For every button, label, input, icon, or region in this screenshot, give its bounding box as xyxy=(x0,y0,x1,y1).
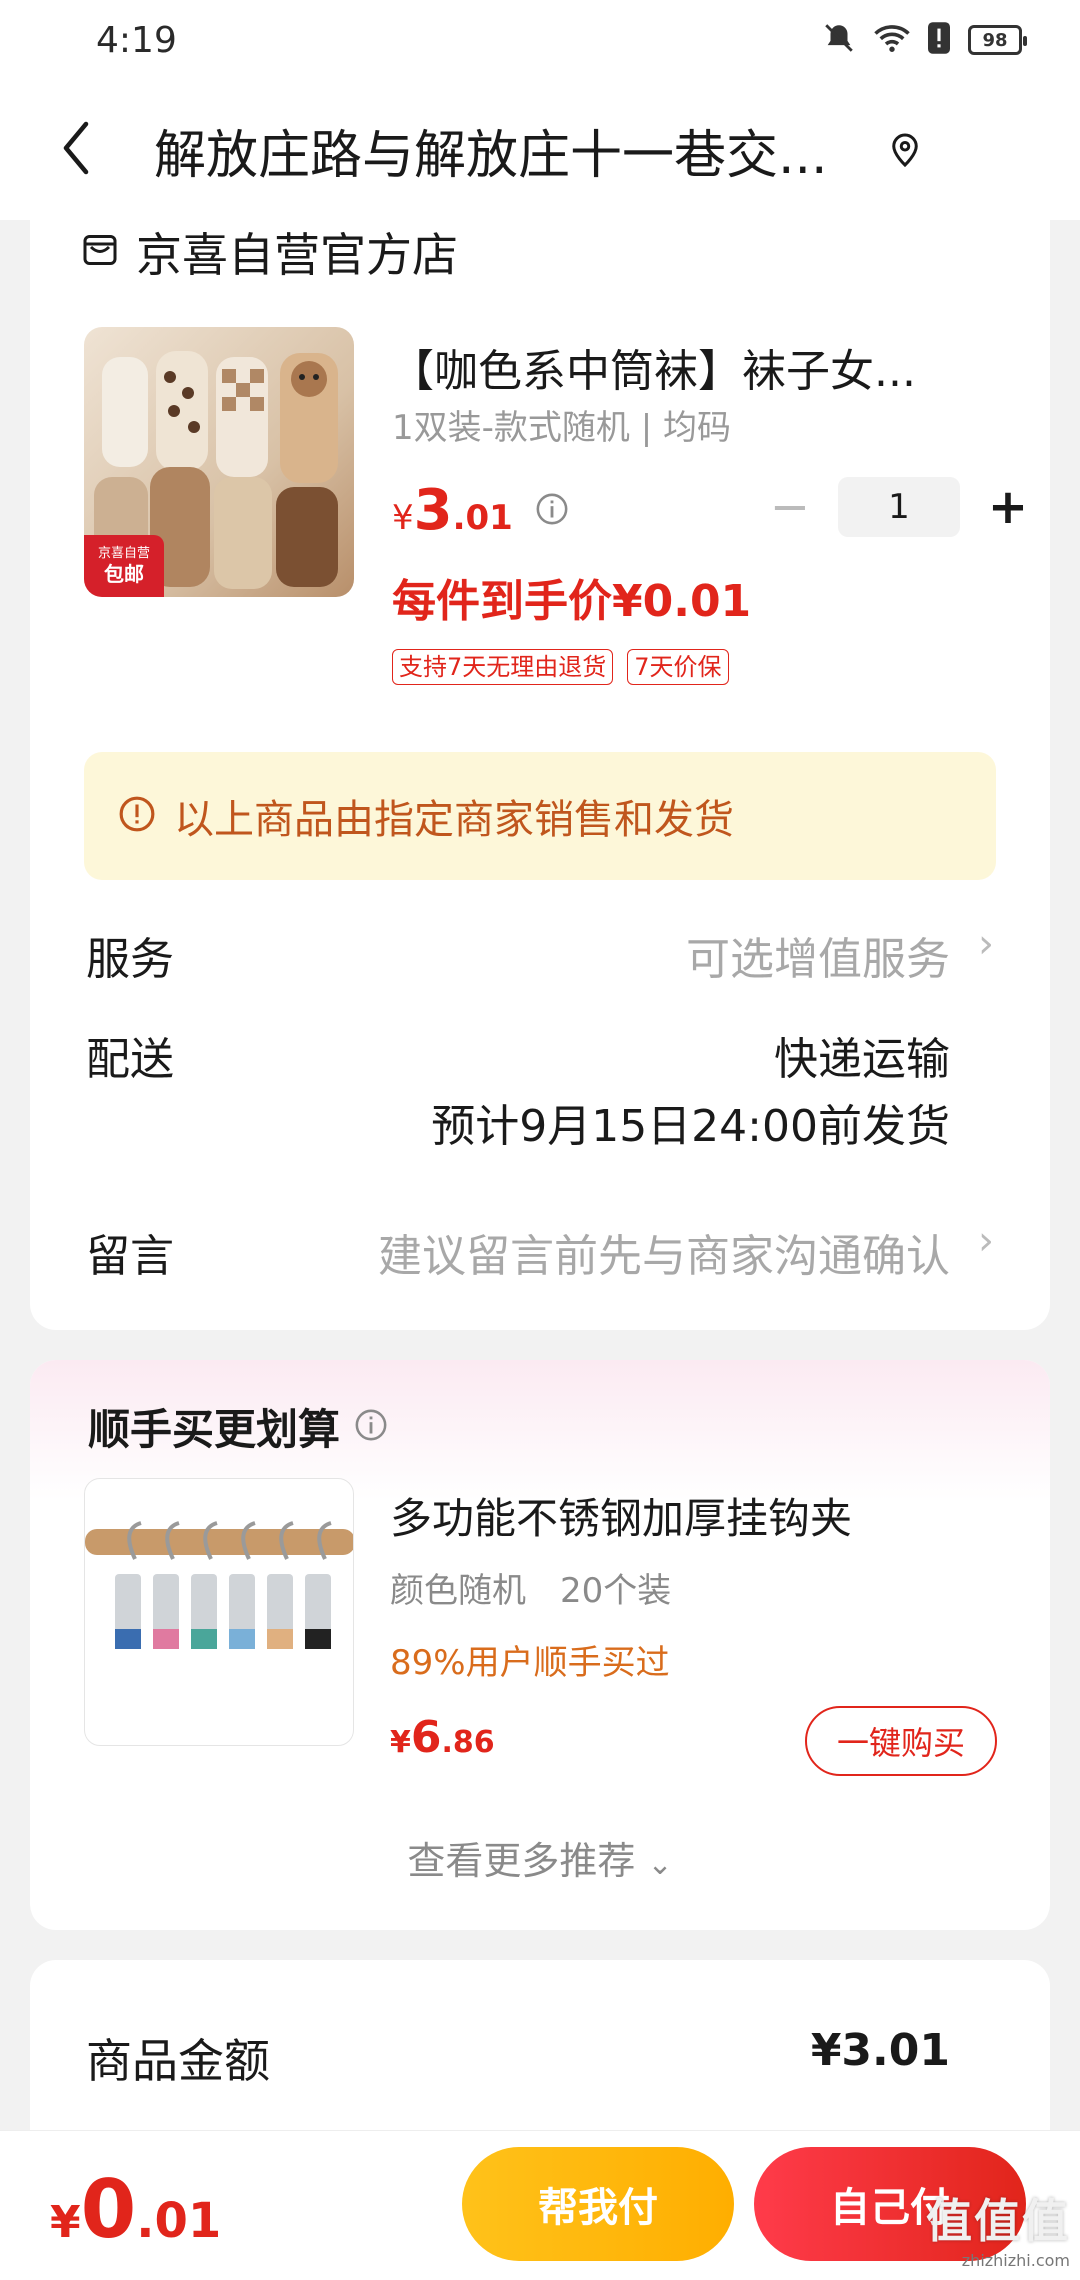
delivery-eta: 预计9月15日24:00前发货 xyxy=(431,1101,950,1152)
subtotal-label: 商品金额 xyxy=(86,2034,270,2088)
store-name: 京喜自营官方店 xyxy=(136,228,458,282)
per-item-price: 每件到手价¥0.01 xyxy=(392,576,752,627)
info-icon[interactable] xyxy=(535,492,569,530)
status-bar: 4:19 98 xyxy=(0,0,1080,80)
total-integer: 0 xyxy=(80,2163,137,2256)
location-pin-icon[interactable] xyxy=(890,132,920,168)
battery-icon: 98 xyxy=(968,25,1027,55)
watermark-url: zhizhizhi.com xyxy=(961,2251,1070,2270)
status-icons: 98 xyxy=(822,21,1027,59)
store-icon xyxy=(82,232,118,272)
recommend-item-price: ¥ 6 .86 xyxy=(390,1712,495,1763)
chevron-down-icon: ⌄ xyxy=(647,1847,673,1882)
bottom-bar: ¥ 0 .01 帮我付 自己付 xyxy=(0,2130,1080,2280)
product-image[interactable]: 京喜自营 包邮 xyxy=(84,327,354,597)
price-decimal: .86 xyxy=(441,1725,495,1760)
badge-bottom-text: 包邮 xyxy=(104,562,144,586)
chevron-left-icon xyxy=(60,120,90,180)
more-recommend-text: 查看更多推荐 xyxy=(407,1839,636,1883)
badge-top-text: 京喜自营 xyxy=(97,546,150,561)
service-label: 服务 xyxy=(86,934,174,985)
watermark-logo: 值值值 xyxy=(926,2194,1070,2248)
recommend-item-name[interactable]: 多功能不锈钢加厚挂钩夹 xyxy=(390,1485,852,1546)
delivery-label: 配送 xyxy=(86,1034,174,1085)
recommend-card: 顺手买更划算 多功能不锈钢加厚挂钩夹 颜色随机 20个装 89%用户顺手买过 ¥… xyxy=(30,1360,1050,1930)
notice-text: 以上商品由指定商家销售和发货 xyxy=(174,797,734,843)
alert-icon xyxy=(928,22,950,58)
product-spec[interactable]: 1双装-款式随机 | 均码 xyxy=(392,400,731,449)
store-row[interactable]: 京喜自营官方店 xyxy=(82,219,458,285)
recommend-item-spec: 颜色随机 20个装 xyxy=(390,1571,672,1611)
recommend-item-sold: 89%用户顺手买过 xyxy=(390,1643,670,1683)
chevron-right-icon[interactable]: › xyxy=(978,1218,994,1264)
mute-icon xyxy=(822,21,856,59)
address-title[interactable]: 解放庄路与解放庄十一巷交... xyxy=(150,113,870,188)
subtotal-value: ¥3.01 xyxy=(810,2025,950,2076)
watermark: 值值值 zhizhizhi.com xyxy=(926,2185,1070,2270)
recommend-title-text: 顺手买更划算 xyxy=(88,1405,341,1454)
price-currency: ¥ xyxy=(392,498,414,538)
price-currency: ¥ xyxy=(390,1725,411,1760)
total-currency: ¥ xyxy=(50,2197,81,2248)
message-input[interactable]: 建议留言前先与商家沟通确认 xyxy=(378,1220,950,1284)
chevron-right-icon[interactable]: › xyxy=(978,921,994,967)
back-button[interactable] xyxy=(0,80,150,220)
recommend-item-image[interactable] xyxy=(84,1478,354,1746)
service-tags: 支持7天无理由退货 7天价保 xyxy=(392,649,729,685)
header: 解放庄路与解放庄十一巷交... xyxy=(0,80,1080,220)
price-integer: 6 xyxy=(410,1712,442,1763)
quantity-increase-button[interactable]: + xyxy=(978,477,1038,537)
self-operated-badge: 京喜自营 包邮 xyxy=(84,535,164,597)
message-label: 留言 xyxy=(86,1231,174,1282)
quantity-value[interactable]: 1 xyxy=(838,477,960,537)
delivery-method[interactable]: 快递运输 xyxy=(774,1023,950,1087)
total-decimal: .01 xyxy=(136,2193,222,2249)
order-card: 京喜自营官方店 京喜自营 包邮 【咖色系中筒袜】袜子女... 1双装-款式随机 … xyxy=(30,205,1050,1330)
product-title[interactable]: 【咖色系中筒袜】袜子女... xyxy=(390,335,1010,399)
product-price: ¥ 3 .01 xyxy=(392,478,569,543)
tag-return: 支持7天无理由退货 xyxy=(392,649,614,685)
tag-price-protect: 7天价保 xyxy=(627,649,729,685)
info-icon[interactable] xyxy=(354,1408,388,1446)
price-integer: 3 xyxy=(413,478,453,543)
info-circle-icon xyxy=(118,795,156,837)
service-value[interactable]: 可选增值服务 xyxy=(686,923,950,987)
seller-notice: 以上商品由指定商家销售和发货 xyxy=(84,752,996,880)
quantity-stepper: − 1 + xyxy=(760,477,1038,537)
one-click-buy-button[interactable]: 一键购买 xyxy=(805,1706,997,1776)
wifi-icon xyxy=(874,23,910,57)
total-price: ¥ 0 .01 xyxy=(50,2163,221,2256)
quantity-decrease-button[interactable]: − xyxy=(760,477,820,537)
recommend-title: 顺手买更划算 xyxy=(88,1396,388,1457)
more-recommend-link[interactable]: 查看更多推荐 ⌄ xyxy=(30,1830,1050,1885)
price-decimal: .01 xyxy=(452,498,513,538)
status-time: 4:19 xyxy=(96,19,177,61)
help-pay-button[interactable]: 帮我付 xyxy=(462,2147,734,2261)
